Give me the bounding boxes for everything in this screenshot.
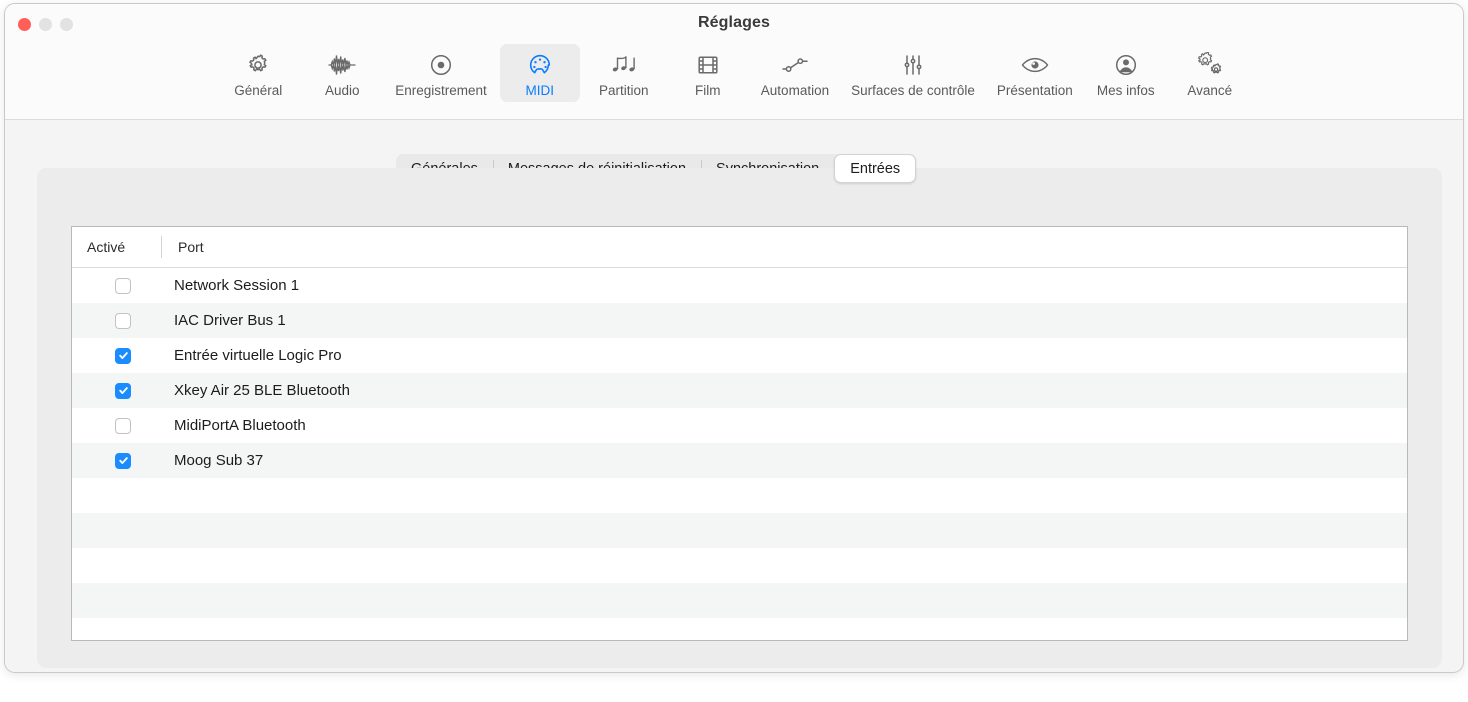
enabled-cell (115, 417, 131, 434)
column-header-enabled: Activé (87, 239, 126, 255)
port-name: Xkey Air 25 BLE Bluetooth (174, 382, 350, 399)
column-header-port: Port (178, 239, 204, 255)
enabled-cell (115, 277, 131, 294)
music-notes-icon (609, 51, 639, 79)
table-row-empty (72, 478, 1407, 513)
port-name: Entrée virtuelle Logic Pro (174, 347, 342, 364)
port-name: Moog Sub 37 (174, 452, 264, 469)
toolbar-item-label: Avancé (1187, 83, 1233, 98)
automation-curve-icon (780, 51, 810, 79)
toolbar-item-label: Film (695, 83, 721, 98)
toolbar-item-advanced[interactable]: Avancé (1170, 44, 1250, 102)
toolbar-item-display[interactable]: Présentation (988, 44, 1082, 102)
waveform-icon (327, 51, 357, 79)
person-circle-icon (1113, 51, 1139, 79)
tab-label: Entrées (850, 160, 901, 177)
tab-entrees[interactable]: Entrées (834, 154, 917, 183)
midi-connector-icon (527, 51, 553, 79)
toolbar-item-label: Présentation (996, 83, 1073, 98)
toolbar-item-label: Enregistrement (395, 83, 487, 98)
enable-checkbox[interactable] (115, 382, 131, 399)
eye-icon (1020, 51, 1050, 79)
toolbar-item-control-surfaces[interactable]: Surfaces de contrôle (842, 44, 984, 102)
port-name: Network Session 1 (174, 277, 300, 294)
toolbar-item-label: Général (234, 83, 283, 98)
enabled-cell (115, 312, 131, 329)
toolbar-item-label: Surfaces de contrôle (851, 83, 975, 98)
enable-checkbox[interactable] (115, 417, 131, 434)
sliders-icon (900, 51, 926, 79)
midi-inputs-table: Activé Port Network Session 1 IAC Driver… (71, 226, 1408, 641)
column-divider[interactable] (161, 236, 162, 258)
port-name: IAC Driver Bus 1 (174, 312, 286, 329)
toolbar-item-movie[interactable]: Film (668, 44, 748, 102)
toolbar-item-label: MIDI (525, 83, 555, 98)
table-row[interactable]: MidiPortA Bluetooth (72, 408, 1407, 443)
toolbar-item-audio[interactable]: Audio (302, 44, 382, 102)
settings-window: Réglages Général Audio Enregistrement MI… (4, 3, 1464, 673)
window-title: Réglages (698, 14, 770, 31)
toolbar-item-label: Mes infos (1096, 83, 1155, 98)
table-row-empty (72, 513, 1407, 548)
table-row[interactable]: Entrée virtuelle Logic Pro (72, 338, 1407, 373)
toolbar-item-label: Partition (599, 83, 649, 98)
table-row-empty (72, 548, 1407, 583)
toolbar-item-general[interactable]: Général (218, 44, 298, 102)
table-row[interactable]: Network Session 1 (72, 268, 1407, 303)
midi-inputs-panel: Activé Port Network Session 1 IAC Driver… (37, 168, 1442, 668)
table-row-empty (72, 618, 1407, 640)
record-circle-icon (428, 51, 454, 79)
enable-checkbox[interactable] (115, 277, 131, 294)
toolbar-item-label: Automation (760, 83, 830, 98)
table-row[interactable]: Xkey Air 25 BLE Bluetooth (72, 373, 1407, 408)
double-gear-icon (1196, 51, 1224, 79)
table-header: Activé Port (72, 227, 1407, 268)
table-row[interactable]: IAC Driver Bus 1 (72, 303, 1407, 338)
port-name: MidiPortA Bluetooth (174, 417, 306, 434)
enabled-cell (115, 382, 131, 399)
film-strip-icon (695, 51, 721, 79)
table-row[interactable]: Moog Sub 37 (72, 443, 1407, 478)
toolbar-item-recording[interactable]: Enregistrement (386, 44, 496, 102)
settings-toolbar: Général Audio Enregistrement MIDI Partit… (5, 44, 1463, 102)
enabled-cell (115, 347, 131, 364)
toolbar-item-automation[interactable]: Automation (752, 44, 838, 102)
toolbar-item-score[interactable]: Partition (584, 44, 664, 102)
enabled-cell (115, 452, 131, 469)
gear-icon (245, 51, 271, 79)
enable-checkbox[interactable] (115, 312, 131, 329)
title-bar: Réglages Général Audio Enregistrement MI… (5, 4, 1463, 120)
toolbar-item-midi[interactable]: MIDI (499, 44, 580, 102)
table-row-empty (72, 583, 1407, 618)
toolbar-item-my-info[interactable]: Mes infos (1086, 44, 1166, 102)
enable-checkbox[interactable] (115, 347, 131, 364)
enable-checkbox[interactable] (115, 452, 131, 469)
toolbar-item-label: Audio (324, 83, 360, 98)
